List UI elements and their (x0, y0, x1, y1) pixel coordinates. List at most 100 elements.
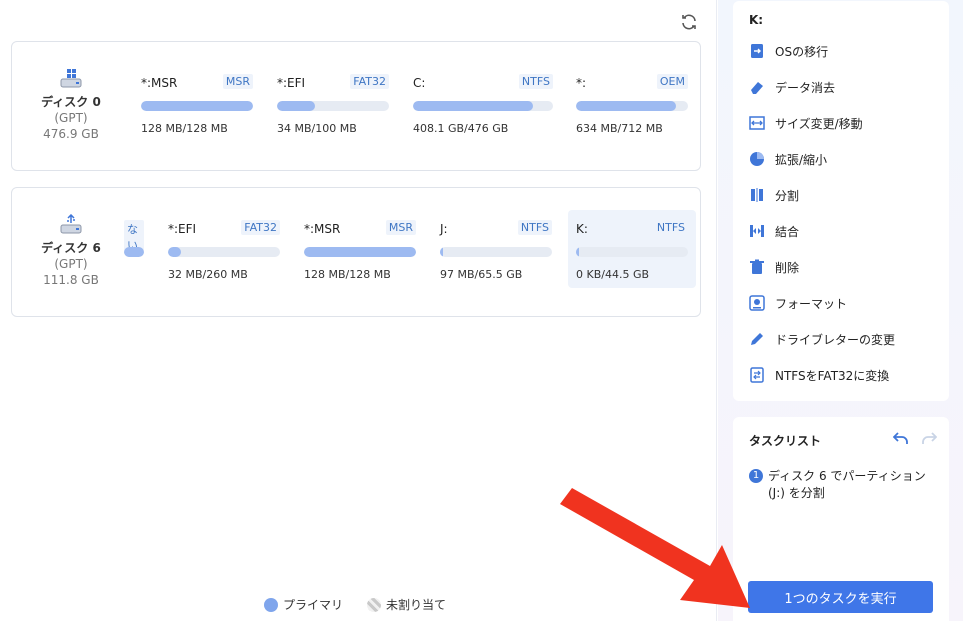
partition-usage-bar (576, 247, 688, 257)
partition-type-badge: NTFS (517, 220, 552, 235)
partition-usage-bar (168, 247, 280, 257)
partition-type-badge: NTFS (518, 74, 553, 89)
op-delete[interactable]: 削除 (749, 254, 939, 280)
task-text: ディスク 6 でパーティション (J:) を分割 (768, 469, 926, 500)
partition-label: J: (440, 222, 448, 236)
partition-usage-bar (413, 101, 553, 111)
eraser-icon (749, 79, 765, 95)
partition-type-badge: FAT32 (241, 220, 280, 235)
op-merge[interactable]: 結合 (749, 218, 939, 244)
partition-efi[interactable]: *:EFI FAT32 34 MB/100 MB (277, 64, 389, 142)
op-label: ドライブレターの変更 (775, 332, 896, 347)
partition-msr[interactable]: *:MSR MSR 128 MB/128 MB (141, 64, 253, 142)
partition-k-selected[interactable]: K: NTFS 0 KB/44.5 GB (568, 210, 696, 288)
op-extend-shrink[interactable]: 拡張/縮小 (749, 146, 939, 172)
disk-name: ディスク 6 (41, 241, 101, 255)
partition-usage-bar (141, 101, 253, 111)
format-icon (749, 295, 765, 311)
partition-msr[interactable]: *:MSR MSR 128 MB/128 MB (304, 210, 416, 288)
op-label: 結合 (775, 224, 800, 239)
op-split[interactable]: 分割 (749, 182, 939, 208)
partition-label: *:MSR (141, 76, 178, 90)
disk-size: 111.8 GB (43, 273, 99, 287)
partition-type-badge: NTFS (653, 220, 688, 235)
partition-usage-bar (304, 247, 416, 257)
right-sidebar: K: OSの移行 データ消去 サイズ変更/移動 拡張/縮小 分割 結合 削除 フ… (718, 0, 963, 621)
partition-label: *:EFI (277, 76, 306, 90)
partition-label: C: (413, 76, 426, 90)
os-migrate-icon (749, 43, 765, 59)
partition-label: K: (576, 222, 588, 236)
disk-style: (GPT) (54, 257, 88, 271)
disk-size: 476.9 GB (43, 127, 99, 141)
partition-type-badge: MSR (385, 220, 416, 235)
op-label: NTFSをFAT32に変換 (775, 368, 890, 383)
windows-disk-icon (60, 69, 82, 88)
trash-icon (749, 259, 765, 275)
op-label: 拡張/縮小 (775, 152, 828, 167)
task-number-badge: 1 (749, 469, 763, 483)
op-resize-move[interactable]: サイズ変更/移動 (749, 110, 939, 136)
op-format[interactable]: フォーマット (749, 290, 939, 316)
op-label: サイズ変更/移動 (775, 116, 863, 131)
unallocated-legend-icon (367, 597, 382, 612)
task-item: 1 ディスク 6 でパーティション (J:) を分割 (749, 468, 939, 502)
disk-name: ディスク 0 (41, 95, 101, 109)
partition-size: 34 MB/100 MB (277, 122, 357, 135)
partition-usage-bar (277, 101, 389, 111)
execute-tasks-button[interactable]: 1つのタスクを実行 (748, 581, 933, 613)
partition-label: *: (576, 76, 587, 90)
operations-panel: K: OSの移行 データ消去 サイズ変更/移動 拡張/縮小 分割 結合 削除 フ… (733, 1, 949, 401)
partition-size: 0 KB/44.5 GB (576, 268, 650, 281)
partition-size: 128 MB/128 MB (141, 122, 228, 135)
undo-icon[interactable] (893, 430, 909, 446)
op-label: 削除 (775, 260, 800, 275)
refresh-icon[interactable] (678, 11, 700, 33)
partition-oem[interactable]: *: OEM 634 MB/712 MB (576, 64, 688, 142)
op-change-drive-letter[interactable]: ドライブレターの変更 (749, 326, 939, 352)
partition-size: 408.1 GB/476 GB (413, 122, 509, 135)
usb-disk-icon (60, 214, 82, 234)
resize-icon (749, 115, 765, 131)
partition-clipped[interactable]: ない (124, 210, 144, 288)
op-label: データ消去 (775, 80, 836, 95)
legend-unallocated-label: 未割り当て (386, 598, 447, 612)
merge-icon (749, 223, 765, 239)
partition-efi[interactable]: *:EFI FAT32 32 MB/260 MB (168, 210, 280, 288)
op-label: 分割 (775, 188, 800, 203)
partition-usage-bar (576, 101, 688, 111)
partition-label: *:EFI (168, 222, 197, 236)
partition-c[interactable]: C: NTFS 408.1 GB/476 GB (413, 64, 553, 142)
disk-card-0[interactable]: ディスク 0 (GPT) 476.9 GB *:MSR MSR 128 MB/1… (11, 41, 701, 171)
partition-type-badge: MSR (222, 74, 253, 89)
task-list-title: タスクリスト (749, 434, 822, 448)
partition-size: 634 MB/712 MB (576, 122, 663, 135)
split-icon (749, 187, 765, 203)
op-ntfs-to-fat32[interactable]: NTFSをFAT32に変換 (749, 362, 939, 388)
primary-legend-icon (264, 597, 278, 612)
disk-card-6[interactable]: ディスク 6 (GPT) 111.8 GB ない *:EFI FAT32 32 … (11, 187, 701, 317)
disk-style: (GPT) (54, 111, 88, 125)
op-label: フォーマット (775, 296, 848, 311)
partition-size: 128 MB/128 MB (304, 268, 391, 281)
convert-icon (749, 367, 765, 383)
disk-map-panel: ディスク 0 (GPT) 476.9 GB *:MSR MSR 128 MB/1… (0, 0, 717, 621)
partition-size: 97 MB/65.5 GB (440, 268, 523, 281)
partition-j[interactable]: J: NTFS 97 MB/65.5 GB (440, 210, 552, 288)
partition-label: *:MSR (304, 222, 341, 236)
disk-info: ディスク 0 (GPT) 476.9 GB (12, 42, 130, 170)
partition-type-badge: FAT32 (350, 74, 389, 89)
op-label: OSの移行 (775, 44, 829, 59)
redo-icon[interactable] (921, 430, 937, 446)
partition-usage-bar (124, 247, 144, 257)
op-erase-data[interactable]: データ消去 (749, 74, 939, 100)
task-list-panel: タスクリスト 1 ディスク 6 でパーティション (J:) を分割 1つのタスク… (733, 417, 949, 621)
selected-partition-title: K: (749, 13, 764, 27)
extend-shrink-icon (749, 151, 765, 167)
op-os-migrate[interactable]: OSの移行 (749, 38, 939, 64)
pencil-icon (749, 331, 765, 347)
partition-size: 32 MB/260 MB (168, 268, 248, 281)
legend: プライマリ 未割り当て (264, 596, 446, 613)
legend-primary-label: プライマリ (283, 598, 344, 612)
partition-usage-bar (440, 247, 552, 257)
